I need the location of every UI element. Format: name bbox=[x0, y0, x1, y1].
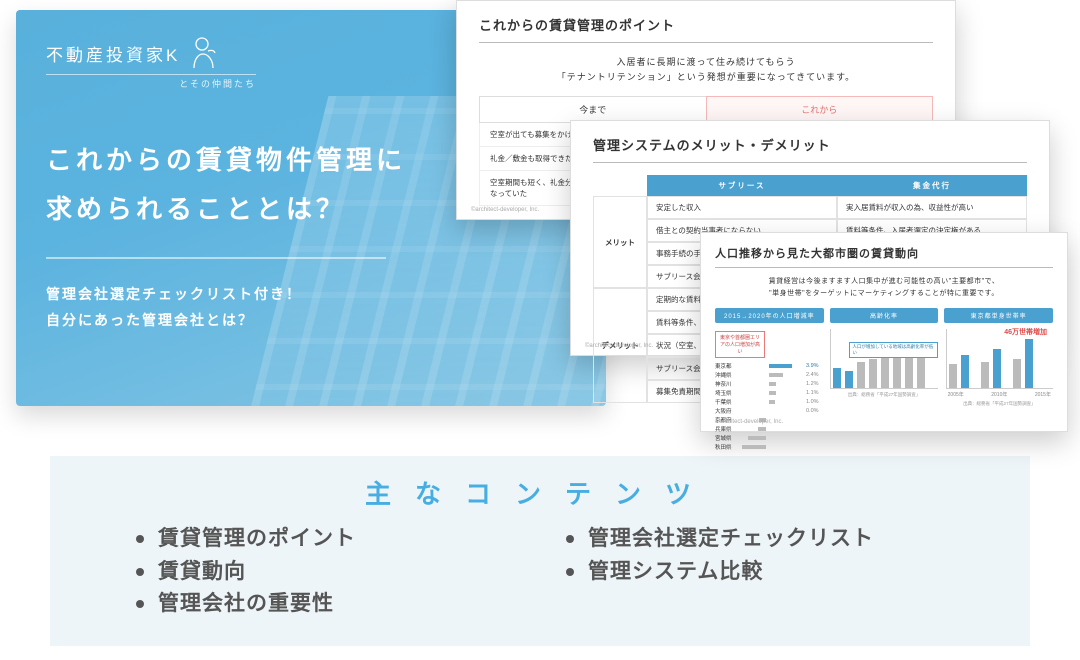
hbar-row: 秋田県 bbox=[715, 443, 822, 451]
col-future: これから bbox=[706, 96, 934, 123]
contents-list-left: 賃貸管理のポイント 賃貸動向 管理会社の重要性 bbox=[130, 523, 520, 621]
cell: 安定した収入 bbox=[647, 196, 837, 219]
slide-title: これからの賃貸管理のポイント bbox=[479, 15, 933, 43]
slide-credit: ©architect-developer, Inc. bbox=[715, 419, 783, 425]
hbar-row: 東京都3.9% bbox=[715, 362, 822, 370]
slide-credit: ©architect-developer, Inc. bbox=[471, 207, 539, 213]
x-axis: 2005年 2010年 2015年 bbox=[946, 391, 1053, 398]
logo-text: 不動産投資家K bbox=[46, 41, 180, 66]
logo-rule bbox=[46, 74, 256, 75]
slide-credit: ©architect-developer, Inc. bbox=[585, 343, 653, 349]
tick: 2010年 bbox=[991, 391, 1007, 398]
chart-source: 出典：総務省「平成27年国勢調査」 bbox=[946, 401, 1053, 407]
list-item: 管理会社の重要性 bbox=[130, 588, 520, 621]
hbar-row: 宮城県 bbox=[715, 434, 822, 442]
list-item: 管理システム比較 bbox=[560, 556, 950, 589]
hbar-row: 兵庫県 bbox=[715, 425, 822, 433]
hbar-row: 沖縄県2.4% bbox=[715, 371, 822, 379]
chart-single-household: 46万世帯増加 2005年 2010年 2015年 出典：総務省「平成27年国勢… bbox=[946, 329, 1053, 452]
chart-population-change: 東京や首都圏エリアの人口増加が高い 東京都3.9%沖縄県2.4%神奈川1.2%埼… bbox=[715, 329, 822, 452]
chart-row: 東京や首都圏エリアの人口増加が高い 東京都3.9%沖縄県2.4%神奈川1.2%埼… bbox=[715, 329, 1053, 452]
list-item: 賃貸動向 bbox=[130, 556, 520, 589]
bar-group bbox=[946, 329, 1053, 389]
col-sublease: サブリース bbox=[647, 175, 837, 196]
person-thinking-icon bbox=[190, 36, 220, 70]
logo-sub: とその仲間たち bbox=[46, 77, 256, 90]
pill: 東京都単身世帯率 bbox=[944, 308, 1053, 323]
tick: 2005年 bbox=[948, 391, 964, 398]
chart-source: 出典：総務省「平成27年国勢調査」 bbox=[830, 392, 937, 398]
row-merit: メリット bbox=[593, 196, 647, 288]
list-item: 賃貸管理のポイント bbox=[130, 523, 520, 556]
contents-panel: 主なコンテンツ 賃貸管理のポイント 賃貸動向 管理会社の重要性 管理会社選定チェ… bbox=[50, 456, 1030, 646]
tick: 2015年 bbox=[1035, 391, 1051, 398]
bar-group: 人口が増加している地域は高齢化率が低い bbox=[830, 329, 937, 389]
callout: 東京や首都圏エリアの人口増加が高い bbox=[715, 331, 765, 358]
contents-lists: 賃貸管理のポイント 賃貸動向 管理会社の重要性 管理会社選定チェックリスト 管理… bbox=[130, 523, 950, 621]
callout: 人口が増加している地域は高齢化率が低い bbox=[849, 342, 937, 358]
hbar-row: 千葉県1.0% bbox=[715, 398, 822, 406]
chart-aging-rate: 人口が増加している地域は高齢化率が低い 出典：総務省「平成27年国勢調査」 bbox=[830, 329, 937, 452]
contents-list-right: 管理会社選定チェックリスト 管理システム比較 bbox=[560, 523, 950, 621]
pill: 2015→2020年の人口増減率 bbox=[715, 308, 824, 323]
col-collection: 集金代行 bbox=[837, 175, 1027, 196]
slide-population-trend: 人口推移から見た大都市圏の賃貸動向 賃貸経営は今後ますます人口集中が進む可能性の… bbox=[700, 232, 1068, 432]
pill: 高齢化率 bbox=[830, 308, 939, 323]
hbar-row: 大阪府0.0% bbox=[715, 407, 822, 415]
hbar-row: 神奈川1.2% bbox=[715, 380, 822, 388]
slide-lead: 賃貸経営は今後ますます人口集中が進む可能性の高い"主要都市"で、 "単身世帯"を… bbox=[715, 276, 1053, 300]
hbar-row: 埼玉県1.1% bbox=[715, 389, 822, 397]
slide-title: 人口推移から見た大都市圏の賃貸動向 bbox=[715, 245, 1053, 268]
contents-heading: 主なコンテンツ bbox=[130, 474, 950, 511]
col-past: 今まで bbox=[479, 96, 706, 123]
slide-title: 管理システムのメリット・デメリット bbox=[593, 135, 1027, 163]
list-item: 管理会社選定チェックリスト bbox=[560, 523, 950, 556]
compare-header: 今まで これから bbox=[479, 96, 933, 123]
cell: 実入居賃料が収入の為、収益性が高い bbox=[837, 196, 1027, 219]
chart-tabs: 2015→2020年の人口増減率 高齢化率 東京都単身世帯率 bbox=[715, 308, 1053, 323]
slide-lead: 入居者に長期に渡って住み続けてもらう 「テナントリテンション」という発想が重要に… bbox=[479, 55, 933, 86]
slide-collage: 不動産投資家K とその仲間たち これからの賃貸物件管理に 求められることとは？ … bbox=[0, 0, 1080, 430]
